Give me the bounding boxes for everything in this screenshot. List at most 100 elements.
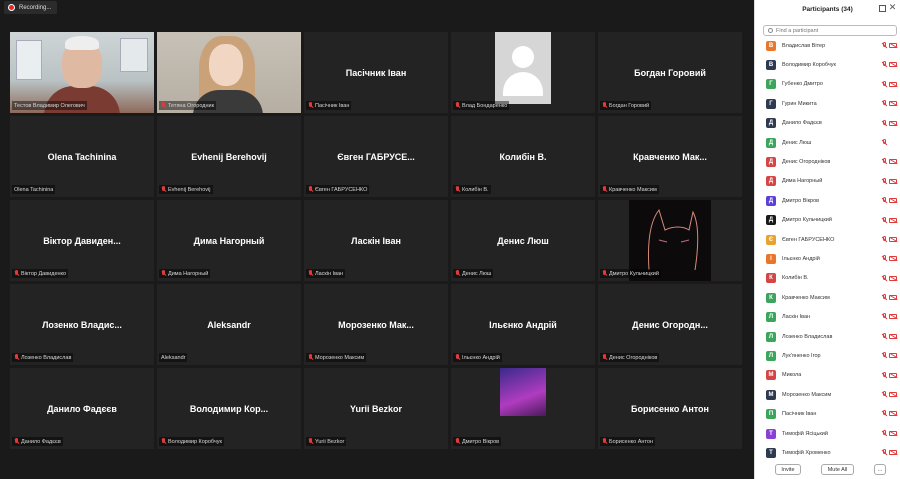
avatar: Є <box>766 234 776 245</box>
popout-icon[interactable] <box>879 5 886 12</box>
participant-row[interactable]: Л Лозенко Владислав <box>755 327 900 346</box>
participant-name: Влад Бондаренко <box>462 102 508 109</box>
video-tile[interactable]: Євген ГАБРУСЕ... Євген ГАБРУСЕНКО <box>304 116 448 197</box>
video-tile[interactable]: Данило Фадєєв Данило Фадєєв <box>10 368 154 449</box>
participant-row[interactable]: Д Дмитро Вікров <box>755 191 900 210</box>
mute-all-button[interactable]: Mute All <box>821 464 854 475</box>
participant-row[interactable]: Д Дима Нагорный <box>755 172 900 191</box>
video-tile[interactable]: Дмитро Вікров <box>451 368 595 449</box>
mic-muted-icon <box>455 438 460 445</box>
participant-display-name: Євген ГАБРУСЕ... <box>337 151 415 162</box>
participant-name: Губенко Дмитро <box>782 81 823 88</box>
participant-row[interactable]: Д Данило Фадєєв <box>755 114 900 133</box>
video-tile[interactable]: Віктор Давиден... Віктор Давиденко <box>10 200 154 281</box>
search-input[interactable] <box>776 27 886 34</box>
participant-name-label: Морозенко Максим <box>306 353 367 362</box>
video-tile[interactable]: Влад Бондаренко <box>451 32 595 113</box>
participant-row[interactable]: Т Тимофій Хроменко <box>755 443 900 458</box>
mic-muted-icon <box>602 438 607 445</box>
close-icon[interactable]: ✕ <box>888 3 897 12</box>
mic-muted-icon <box>882 274 887 282</box>
participant-name-label: Ільєнко Андрій <box>453 353 502 362</box>
video-tile[interactable]: Дмитро Кульчицкий <box>598 200 742 281</box>
mic-muted-icon <box>308 102 313 109</box>
participant-row[interactable]: Г Губенко Дмитро <box>755 75 900 94</box>
participant-name-label: Володимир Коробчук <box>159 437 224 446</box>
video-tile[interactable]: Aleksandr Aleksandr <box>157 284 301 365</box>
participant-row[interactable]: Л Ласкін Іван <box>755 307 900 326</box>
video-tile[interactable]: Денис Люш Денис Люш <box>451 200 595 281</box>
participant-name: Olena Tachinina <box>14 186 54 193</box>
participant-row[interactable]: Д Денис Огородніков <box>755 152 900 171</box>
participant-search[interactable] <box>763 25 897 36</box>
participant-row[interactable]: В Володимир Коробчук <box>755 55 900 74</box>
participant-name: Тимофій Хроменко <box>782 449 831 456</box>
participant-row[interactable]: П Пасічник Іван <box>755 404 900 423</box>
participant-row[interactable]: М Микола <box>755 366 900 385</box>
participant-name: Кравченко Максим <box>609 186 657 193</box>
video-tile[interactable]: Борисенко Антон Борисенко Антон <box>598 368 742 449</box>
avatar: Д <box>766 195 776 206</box>
video-tile[interactable]: Кравченко Мак... Кравченко Максим <box>598 116 742 197</box>
mic-muted-icon <box>882 313 887 320</box>
participant-display-name: Борисенко Антон <box>631 403 709 414</box>
participant-row[interactable]: В Владислав Вітер <box>755 36 900 55</box>
participant-row[interactable]: Д Дмитро Кульчицкий <box>755 211 900 230</box>
mic-muted-icon <box>602 186 607 193</box>
avatar: К <box>766 273 776 284</box>
mic-muted-icon <box>882 332 887 340</box>
participant-row[interactable]: Л Лук'яненко Ігор <box>755 346 900 365</box>
avatar: Т <box>766 428 776 439</box>
participant-name: Дмитро Кульчицкий <box>609 270 659 277</box>
participant-name: Володимир Коробчук <box>782 62 836 69</box>
mic-muted-icon <box>14 354 19 361</box>
video-tile[interactable]: Olena Tachinina Olena Tachinina <box>10 116 154 197</box>
participant-name: Євген ГАБРУСЕНКО <box>315 186 368 193</box>
video-tile[interactable]: Володимир Кор... Володимир Коробчук <box>157 368 301 449</box>
video-tile[interactable]: Yurii Bezkor Yurii Bezkor <box>304 368 448 449</box>
recording-indicator[interactable]: Recording... <box>4 1 58 14</box>
video-off-icon <box>889 353 897 359</box>
avatar: П <box>766 409 776 420</box>
more-options-button[interactable]: ... <box>874 464 886 475</box>
video-tile[interactable]: Богдан Горовий Богдан Горовий <box>598 32 742 113</box>
mic-muted-icon <box>882 235 887 243</box>
video-tile[interactable]: Тетяна Огородник <box>157 32 301 113</box>
participant-row[interactable]: Т Тимофій Ясіцький <box>755 424 900 443</box>
video-off-icon <box>889 411 897 417</box>
video-tile[interactable]: Ільєнко Андрій Ільєнко Андрій <box>451 284 595 365</box>
participant-display-name: Aleksandr <box>207 319 251 330</box>
participant-list: В Владислав Вітер В Володимир Коробчук Г Губе… <box>755 36 900 458</box>
participant-display-name: Ільєнко Андрій <box>489 319 557 330</box>
participant-name-label: Данило Фадєєв <box>12 437 63 446</box>
participant-row[interactable]: Д Денис Люш <box>755 133 900 152</box>
participant-name-label: Колибін В. <box>453 185 491 194</box>
participant-row[interactable]: Є Євген ГАБРУСЕНКО <box>755 230 900 249</box>
participant-name-label: Дмитро Кульчицкий <box>600 269 661 278</box>
participant-name: Денис Люш <box>782 139 812 146</box>
video-tile[interactable]: Пасічник Іван Пасічник Іван <box>304 32 448 113</box>
mic-muted-icon <box>308 354 313 361</box>
video-tile[interactable]: Тестов Владимир Олегович <box>10 32 154 113</box>
participant-row[interactable]: К Колибін В. <box>755 269 900 288</box>
participant-display-name: Кравченко Мак... <box>633 151 707 162</box>
participant-row[interactable]: М Морозенко Максим <box>755 385 900 404</box>
participant-name-label: Богдан Горовий <box>600 101 652 110</box>
video-tile[interactable]: Колибін В. Колибін В. <box>451 116 595 197</box>
video-tile[interactable]: Ласкін Іван Ласкін Іван <box>304 200 448 281</box>
invite-button[interactable]: Invite <box>775 464 801 475</box>
participant-row[interactable]: І Ільєнко Андрій <box>755 249 900 268</box>
participant-name: Владислав Вітер <box>782 42 826 49</box>
mic-muted-icon <box>882 410 887 417</box>
video-tile[interactable]: Дима Нагорный Дима Нагорный <box>157 200 301 281</box>
avatar: Д <box>766 137 776 148</box>
participant-name-label: Влад Бондаренко <box>453 101 510 110</box>
mic-muted-icon <box>14 270 19 277</box>
video-tile[interactable]: Лозенко Владис... Лозенко Владислав <box>10 284 154 365</box>
participant-row[interactable]: Г Гурин Микита <box>755 94 900 113</box>
video-tile[interactable]: Денис Огородн... Денис Огородніков <box>598 284 742 365</box>
video-tile[interactable]: Морозенко Мак... Морозенко Максим <box>304 284 448 365</box>
video-tile[interactable]: Evhenij Berehovij Evhenij Berehovij <box>157 116 301 197</box>
participant-row[interactable]: К Кравченко Максим <box>755 288 900 307</box>
mic-muted-icon <box>882 449 887 456</box>
